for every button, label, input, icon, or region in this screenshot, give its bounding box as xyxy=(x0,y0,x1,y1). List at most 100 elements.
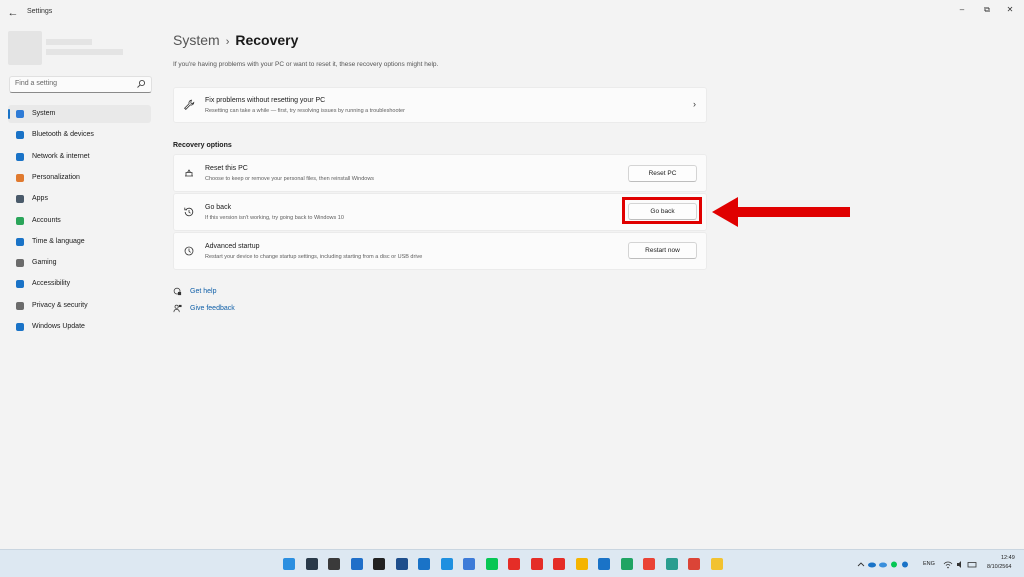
onedrive-icon[interactable] xyxy=(598,558,610,570)
keep-icon[interactable] xyxy=(575,558,588,570)
chrome-icon[interactable] xyxy=(688,558,700,570)
search-icon xyxy=(137,79,146,88)
youtube-icon[interactable] xyxy=(508,558,520,570)
breadcrumb: System › Recovery xyxy=(173,32,298,48)
sidebar-item-label: Accessibility xyxy=(32,280,71,288)
sidebar-item-time-language[interactable]: Time & language xyxy=(8,233,151,251)
sidebar-item-label: Windows Update xyxy=(32,323,85,330)
reset-pc-subtitle: Choose to keep or remove your personal f… xyxy=(205,176,375,182)
teams-icon[interactable] xyxy=(463,558,475,570)
start-icon[interactable] xyxy=(283,558,295,570)
accessibility-icon xyxy=(16,280,24,289)
active-indicator xyxy=(8,109,10,119)
sidebar-item-gaming[interactable]: Gaming xyxy=(8,254,151,272)
gamepad-icon xyxy=(16,259,24,268)
tray-icons[interactable] xyxy=(857,560,917,569)
sidebar-item-label: System xyxy=(32,110,56,117)
annotation-highlight-box xyxy=(622,197,702,224)
taskbar: ENG 12:49 8/10/2564 xyxy=(0,549,1024,577)
file-explorer-icon[interactable] xyxy=(710,558,723,570)
widgets-icon[interactable] xyxy=(350,558,363,570)
advanced-startup-subtitle: Restart your device to change startup se… xyxy=(205,254,423,260)
chevron-right-icon: › xyxy=(693,99,696,109)
sidebar-item-label: Privacy & security xyxy=(32,301,88,309)
photos-icon[interactable] xyxy=(643,558,655,570)
reset-pc-button[interactable]: Reset PC xyxy=(628,165,697,182)
sidebar-item-windows-update[interactable]: Windows Update xyxy=(8,318,151,336)
fix-problems-card[interactable]: Fix problems without resetting your PC R… xyxy=(173,87,707,123)
bluetooth-icon xyxy=(16,131,24,140)
profile-name-placeholder xyxy=(46,39,92,45)
store-icon[interactable] xyxy=(395,558,408,570)
wrench-icon xyxy=(184,99,195,110)
profile-email-placeholder xyxy=(46,49,123,55)
sidebar-item-label: Network & internet xyxy=(32,152,90,160)
advanced-startup-title: Advanced startup xyxy=(205,243,260,250)
youtube-icon-2[interactable] xyxy=(530,558,543,570)
youtube-music-icon[interactable] xyxy=(553,558,565,570)
breadcrumb-separator: › xyxy=(225,36,230,48)
window-title: Settings xyxy=(27,8,53,15)
help-icon xyxy=(173,287,182,296)
annotation-arrow-icon xyxy=(712,197,850,227)
give-feedback-label: Give feedback xyxy=(190,305,235,312)
advanced-startup-card: Advanced startup Restart your device to … xyxy=(173,232,707,270)
apps-icon xyxy=(16,195,24,204)
advanced-startup-icon xyxy=(184,246,194,256)
search-icon[interactable] xyxy=(305,558,318,570)
globe-clock-icon xyxy=(16,237,24,246)
close-button[interactable]: ✕ xyxy=(999,3,1021,17)
sidebar-item-label: Accounts xyxy=(32,216,61,224)
page-intro: If you're having problems with your PC o… xyxy=(173,61,439,68)
clock-date[interactable]: 8/10/2564 xyxy=(987,564,1011,570)
wifi-volume-battery-icon[interactable] xyxy=(943,560,979,569)
sidebar-item-label: Apps xyxy=(32,195,48,203)
restart-now-button[interactable]: Restart now xyxy=(628,242,697,259)
monitor-icon xyxy=(16,110,24,118)
recovery-options-heading: Recovery options xyxy=(173,142,232,149)
fix-problems-subtitle: Resetting can take a while — first, try … xyxy=(205,108,405,114)
reset-pc-card: Reset this PC Choose to keep or remove y… xyxy=(173,154,707,192)
get-help-label: Get help xyxy=(190,288,217,295)
minimize-button[interactable]: – xyxy=(951,3,973,17)
update-icon xyxy=(16,323,24,331)
edge-icon[interactable] xyxy=(665,558,678,570)
sidebar-item-accounts[interactable]: Accounts xyxy=(8,212,151,230)
clock-time[interactable]: 12:49 xyxy=(1001,555,1015,561)
sidebar-item-system[interactable]: System xyxy=(8,105,151,123)
sidebar-item-network-internet[interactable]: Network & internet xyxy=(8,148,151,166)
line-icon[interactable] xyxy=(485,558,498,570)
sidebar-item-apps[interactable]: Apps xyxy=(8,190,151,208)
history-icon xyxy=(184,207,194,217)
mail-icon[interactable] xyxy=(418,558,430,570)
language-indicator[interactable]: ENG xyxy=(923,561,935,567)
search-input[interactable]: Find a setting xyxy=(9,76,152,93)
reset-pc-title: Reset this PC xyxy=(205,165,248,172)
settings-gear-icon[interactable] xyxy=(373,558,385,570)
sidebar-item-label: Gaming xyxy=(32,259,57,267)
sidebar-item-label: Personalization xyxy=(32,173,80,181)
sidebar-item-label: Time & language xyxy=(32,237,85,245)
sidebar-item-personalization[interactable]: Personalization xyxy=(8,169,151,187)
sidebar-item-privacy-security[interactable]: Privacy & security xyxy=(8,297,151,315)
brush-icon xyxy=(16,173,24,182)
task-view-icon[interactable] xyxy=(328,558,340,570)
sparkle-icon[interactable] xyxy=(440,558,453,570)
search-placeholder: Find a setting xyxy=(15,80,58,87)
avatar[interactable] xyxy=(8,31,42,65)
back-arrow-icon[interactable]: ← xyxy=(6,6,20,20)
sidebar-item-label: Bluetooth & devices xyxy=(32,131,94,139)
feedback-icon xyxy=(173,304,182,313)
sidebar-item-accessibility[interactable]: Accessibility xyxy=(8,275,151,293)
title-bar: ← Settings – ⧉ ✕ xyxy=(0,0,1024,26)
shield-icon xyxy=(16,301,24,310)
breadcrumb-system[interactable]: System xyxy=(173,32,220,48)
drive-icon[interactable] xyxy=(620,558,633,570)
person-icon xyxy=(16,216,24,225)
go-back-subtitle: If this version isn't working, try going… xyxy=(205,215,344,221)
go-back-title: Go back xyxy=(205,204,232,211)
wifi-icon xyxy=(16,152,24,161)
maximize-button[interactable]: ⧉ xyxy=(976,3,998,17)
sidebar-item-bluetooth-devices[interactable]: Bluetooth & devices xyxy=(8,126,151,144)
page-title: Recovery xyxy=(235,32,299,48)
